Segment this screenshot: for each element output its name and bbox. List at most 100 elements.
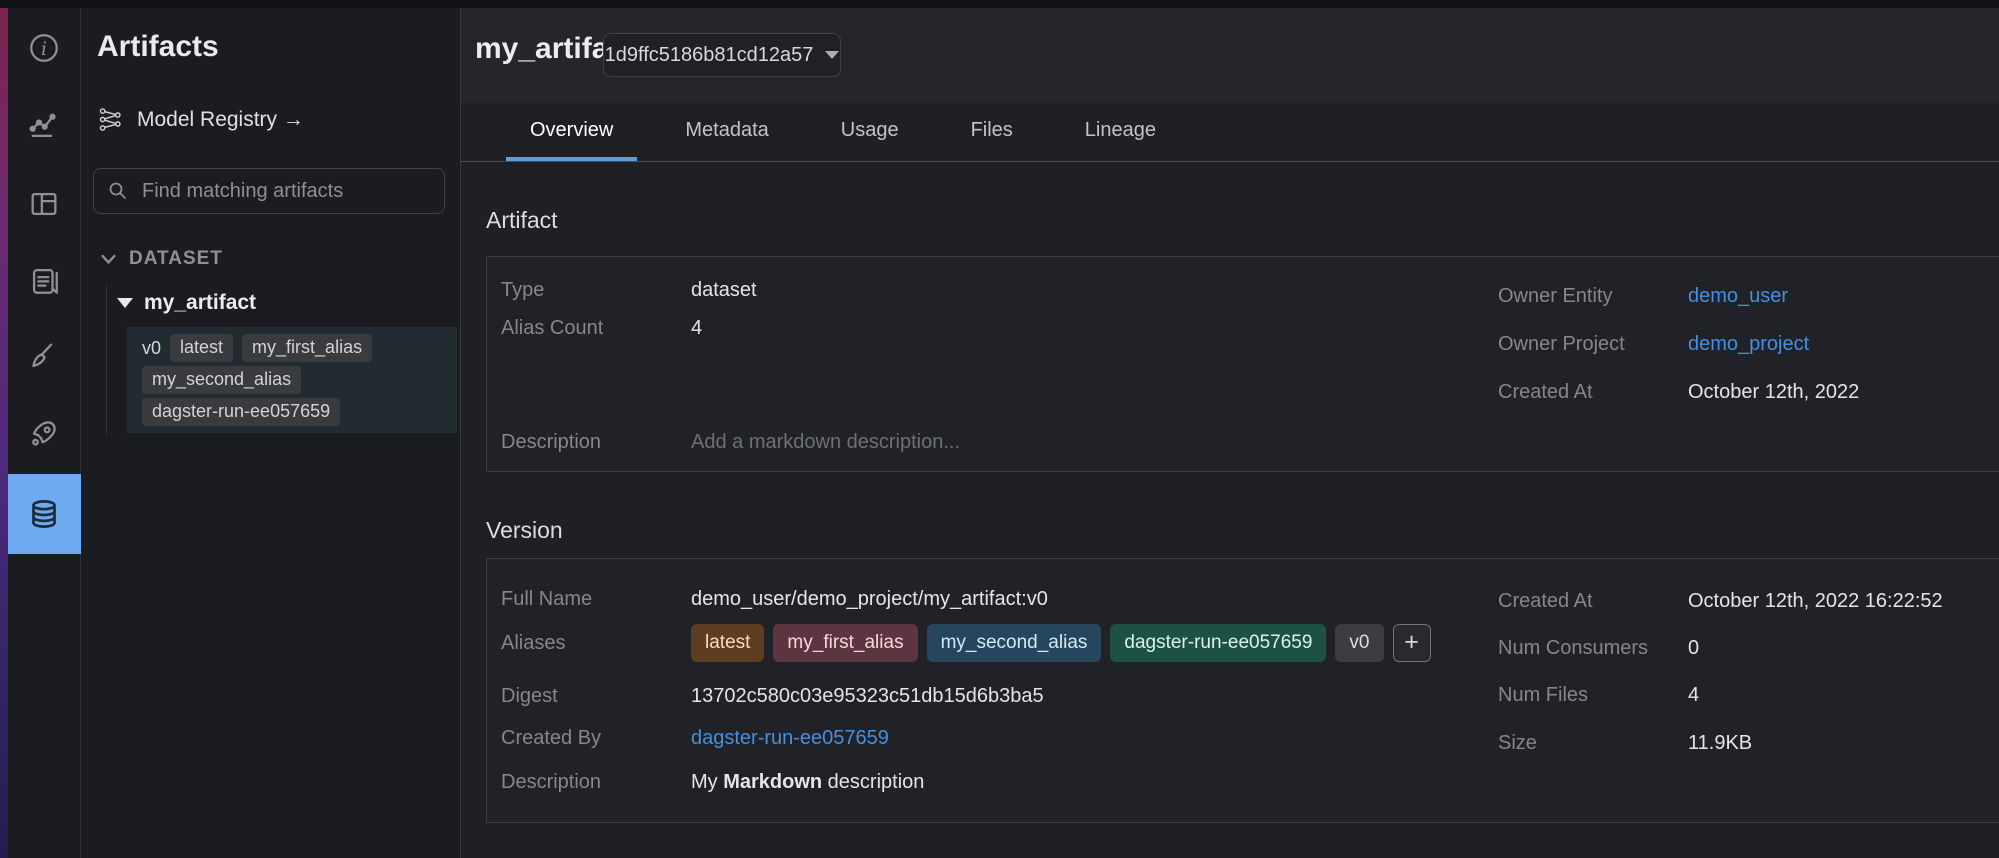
row-aliases: Aliases (501, 631, 691, 655)
description-placeholder[interactable]: Add a markdown description... (691, 431, 960, 453)
row-label: Aliases (501, 631, 691, 655)
artifacts-database-icon (26, 496, 62, 532)
row-size: Size11.9KB (1498, 731, 1752, 755)
row-value: 13702c580c03e95323c51db15d6b3ba5 (691, 685, 1044, 707)
sweeps-icon[interactable] (26, 338, 62, 374)
top-black-bar (0, 0, 1999, 8)
md-part-bold: Markdown (723, 771, 822, 793)
row-value: October 12th, 2022 (1688, 381, 1859, 403)
row-owner-project: Owner Projectdemo_project (1498, 332, 1809, 356)
markdown-description: My Markdown description (691, 771, 924, 793)
row-description: DescriptionAdd a markdown description... (501, 430, 960, 454)
row-label: Owner Project (1498, 332, 1688, 356)
search-input[interactable] (140, 179, 432, 204)
artifacts-rail-selected[interactable] (8, 474, 81, 554)
row-value: 4 (691, 317, 702, 339)
model-registry-link[interactable]: Model Registry → (97, 106, 304, 133)
tab-lineage[interactable]: Lineage (1061, 103, 1180, 161)
add-alias-button[interactable]: + (1393, 624, 1431, 662)
row-label: Num Consumers (1498, 636, 1688, 660)
tab-overview[interactable]: Overview (506, 103, 637, 161)
info-icon[interactable]: i (26, 30, 62, 66)
chevron-down-icon (100, 253, 117, 266)
version-hash-dropdown[interactable]: 1d9ffc5186b81cd12a57 (603, 33, 841, 77)
tree-artifact-label: my_artifact (144, 291, 256, 315)
row-label: Num Files (1498, 683, 1688, 707)
row-label: Type (501, 278, 691, 302)
caret-down-icon (825, 51, 839, 59)
tree-version-label: v0 (142, 338, 161, 359)
row-created-at: Created AtOctober 12th, 2022 (1498, 380, 1859, 404)
row-value: October 12th, 2022 16:22:52 (1688, 590, 1943, 612)
tree-type-dataset[interactable]: DATASET (100, 248, 223, 270)
row-alias-count: Alias Count4 (501, 316, 702, 340)
row-label: Description (501, 430, 691, 454)
tree-artifact-node[interactable]: my_artifact (117, 291, 256, 315)
svg-text:i: i (41, 39, 47, 60)
launch-icon[interactable] (26, 415, 62, 451)
tree-version-item-selected[interactable]: v0 latest my_first_alias my_second_alias… (127, 327, 457, 433)
created-by-run-link[interactable]: dagster-run-ee057659 (691, 727, 889, 749)
version-hash-value: 1d9ffc5186b81cd12a57 (605, 44, 814, 67)
row-value: 0 (1688, 637, 1699, 659)
row-value: demo_user/demo_project/my_artifact:v0 (691, 588, 1048, 610)
brand-gradient-strip (0, 0, 8, 858)
row-type: Typedataset (501, 278, 757, 302)
wandb-artifacts-screen: i Artifacts Model Registry → (0, 0, 1999, 858)
owner-project-link[interactable]: demo_project (1688, 333, 1809, 355)
tree-alias-tag: my_second_alias (142, 366, 301, 394)
row-version-created-at: Created AtOctober 12th, 2022 16:22:52 (1498, 589, 1943, 613)
tree-alias-tag: dagster-run-ee057659 (142, 398, 340, 426)
row-value: 4 (1688, 684, 1699, 706)
alias-chip-strip: latest my_first_alias my_second_alias da… (691, 624, 1431, 662)
row-num-consumers: Num Consumers0 (1498, 636, 1699, 660)
tab-metadata[interactable]: Metadata (661, 103, 792, 161)
tree-alias-tag: latest (170, 334, 233, 362)
row-value: 11.9KB (1688, 732, 1752, 754)
tab-usage[interactable]: Usage (817, 103, 923, 161)
tree-version-row-1: v0 latest my_first_alias (142, 332, 457, 364)
artifacts-browser-panel: Artifacts Model Registry → DATASET my_ar… (81, 8, 461, 858)
row-version-description: DescriptionMy Markdown description (501, 770, 924, 794)
version-section-heading: Version (486, 517, 563, 544)
row-owner-entity: Owner Entitydemo_user (1498, 284, 1788, 308)
model-registry-label: Model Registry → (137, 108, 304, 132)
triangle-down-icon (117, 298, 133, 308)
row-value: dataset (691, 279, 757, 301)
row-label: Created At (1498, 380, 1688, 404)
left-icon-rail: i (8, 8, 81, 858)
alias-chip: v0 (1335, 624, 1383, 662)
tab-bar: Overview Metadata Usage Files Lineage (461, 103, 1999, 162)
charts-icon[interactable] (26, 108, 62, 144)
search-icon (106, 179, 130, 203)
alias-chip: my_second_alias (927, 624, 1102, 662)
tree-alias-tag: my_first_alias (242, 334, 372, 362)
tree-type-label: DATASET (129, 248, 223, 270)
artifacts-panel-title: Artifacts (97, 30, 219, 64)
tables-icon[interactable] (26, 186, 62, 222)
md-part: My (691, 771, 723, 793)
tab-files[interactable]: Files (947, 103, 1037, 161)
row-label: Full Name (501, 587, 691, 611)
md-part: description (822, 771, 924, 793)
row-label: Size (1498, 731, 1688, 755)
artifact-search (93, 168, 445, 214)
tree-indent-guide (106, 286, 107, 434)
row-digest: Digest13702c580c03e95323c51db15d6b3ba5 (501, 684, 1044, 708)
alias-chip: dagster-run-ee057659 (1110, 624, 1326, 662)
reports-icon[interactable] (26, 262, 62, 298)
alias-chip: my_first_alias (773, 624, 917, 662)
owner-entity-link[interactable]: demo_user (1688, 285, 1788, 307)
main-content: my_artifact 1d9ffc5186b81cd12a57 Overvie… (461, 8, 1999, 858)
tree-version-row-3: dagster-run-ee057659 (142, 396, 457, 428)
row-label: Created By (501, 726, 691, 750)
row-full-name: Full Namedemo_user/demo_project/my_artif… (501, 587, 1048, 611)
version-info-panel: Full Namedemo_user/demo_project/my_artif… (486, 558, 1999, 823)
model-registry-icon (97, 106, 124, 133)
row-label: Digest (501, 684, 691, 708)
row-label: Owner Entity (1498, 284, 1688, 308)
artifact-info-panel: Typedataset Alias Count4 DescriptionAdd … (486, 256, 1999, 472)
artifact-header: my_artifact 1d9ffc5186b81cd12a57 (461, 8, 1999, 103)
artifact-section-heading: Artifact (486, 207, 558, 234)
row-label: Created At (1498, 589, 1688, 613)
